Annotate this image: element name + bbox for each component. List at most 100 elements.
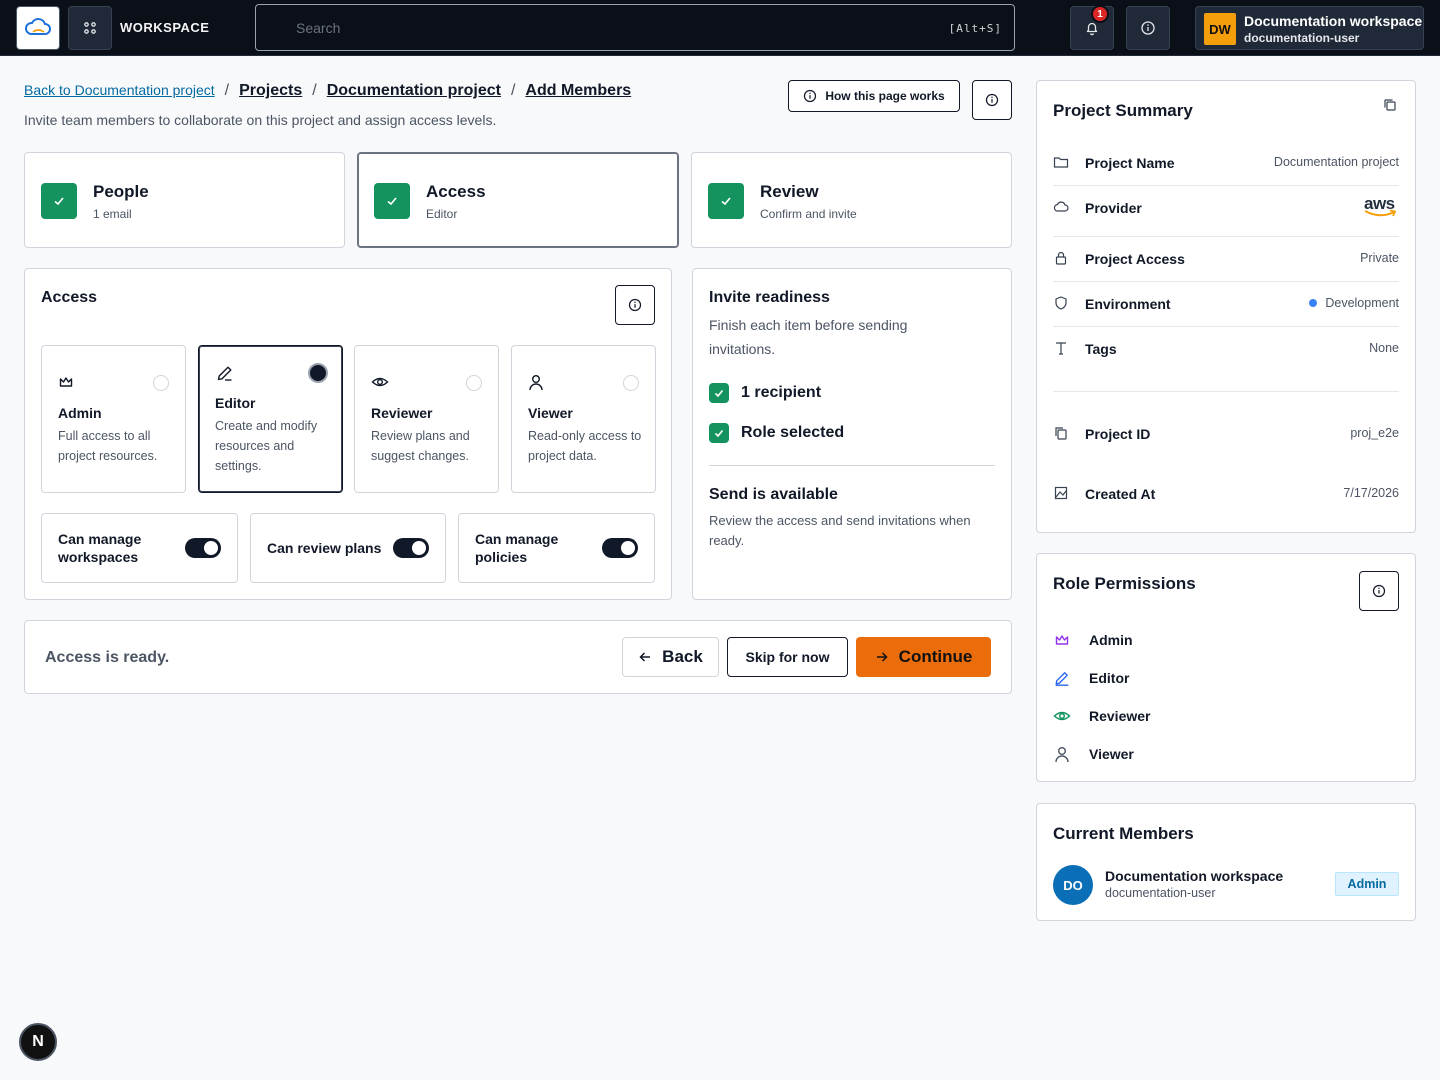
role-description: Full access to all project resources. [58,429,158,463]
summary-row-created-at: Created At 7/17/2026 [1053,483,1399,505]
role-permission-admin[interactable]: Admin [1053,628,1133,652]
role-permissions-title: Role Permissions [1053,574,1196,593]
crown-icon [59,377,73,387]
pencil-icon [217,366,232,381]
role-option-reviewer[interactable]: Reviewer Review plans and suggest change… [354,345,499,493]
step-complete-check [708,183,744,219]
summary-value: Private [1360,251,1399,265]
access-title: Access [41,289,98,306]
project-summary-title: Project Summary [1053,101,1193,120]
info-icon [804,89,817,103]
role-name: Viewer [528,405,573,421]
search-shortcut-hint: [Alt+S] [948,22,1002,35]
back-to-project-link[interactable]: Back to Documentation project [24,82,215,98]
skip-button-label: Skip for now [745,649,830,665]
summary-row-project-id: Project ID proj_e2e [1053,423,1399,445]
summary-key: Project Name [1085,155,1175,171]
top-bar: WORKSPACE Search [Alt+S] 1 DW Documentat… [0,0,1440,56]
image-icon [1054,486,1068,500]
summary-value: Development [1309,296,1399,310]
role-permission-reviewer[interactable]: Reviewer [1053,704,1150,728]
permission-toggle[interactable] [393,538,429,558]
step-complete-check [41,183,77,219]
cloud-icon [1053,201,1069,212]
divider [1053,326,1399,327]
role-radio[interactable] [153,375,169,391]
role-radio[interactable] [623,375,639,391]
current-members-card: Current Members DO Documentation workspa… [1036,803,1416,921]
role-option-viewer[interactable]: Viewer Read-only access to project data. [511,345,656,493]
role-permission-label: Reviewer [1089,708,1151,724]
page-info-button[interactable] [972,80,1012,120]
role-permission-viewer[interactable]: Viewer [1053,742,1134,766]
role-permissions-info-button[interactable] [1359,571,1399,611]
readiness-item: 1 recipient [709,383,821,403]
divider [1053,281,1399,282]
role-permission-editor[interactable]: Editor [1053,666,1129,690]
role-description: Create and modify resources and settings… [215,419,318,473]
summary-key: Environment [1085,296,1171,312]
permission-label: Can manage workspaces [58,531,142,565]
access-info-button[interactable] [615,285,655,325]
copy-icon[interactable] [1383,98,1397,112]
permission-toggle[interactable] [602,538,638,558]
summary-value: proj_e2e [1350,426,1399,440]
breadcrumb-add-members[interactable]: Add Members [525,82,631,100]
role-permission-label: Editor [1089,670,1130,686]
divider [1053,185,1399,186]
step-people[interactable]: People 1 email [24,152,345,248]
summary-row-provider: Provider aws [1053,194,1399,220]
readiness-title: Invite readiness [709,289,830,306]
back-button[interactable]: Back [622,637,719,677]
user-menu-button[interactable]: DW Documentation workspace documentation… [1195,6,1424,50]
breadcrumb-projects[interactable]: Projects [239,82,302,100]
send-available-description: Review the access and send invitations w… [709,513,971,548]
step-subtitle: Editor [426,207,458,221]
aws-logo: aws [1363,194,1399,220]
notification-count-badge: 1 [1091,5,1109,23]
apps-menu-button[interactable] [68,6,112,50]
role-name: Editor [215,395,256,411]
notifications-button[interactable]: 1 [1070,5,1114,50]
role-option-admin[interactable]: Admin Full access to all project resourc… [41,345,186,493]
readiness-item-label: 1 recipient [741,384,822,401]
search-input[interactable]: Search [Alt+S] [255,4,1015,51]
permission-toggle[interactable] [185,538,221,558]
step-access[interactable]: Access Editor [357,152,679,248]
search-placeholder: Search [296,20,341,36]
status-text: Access is ready. [45,649,170,666]
member-role-badge: Admin [1335,872,1399,896]
summary-key: Created At [1085,486,1156,502]
page-subtitle: Invite team members to collaborate on th… [24,112,497,128]
step-review[interactable]: Review Confirm and invite [691,152,1012,248]
role-permission-label: Admin [1089,632,1133,648]
check-icon [387,197,397,206]
user-name: Documentation workspace [1244,13,1423,29]
eye-icon [371,377,389,387]
role-name: Reviewer [371,405,433,421]
check-icon [709,383,729,403]
invite-readiness-card: Invite readiness Finish each item before… [692,268,1012,600]
step-complete-check [374,183,410,219]
user-icon [1055,747,1069,763]
workspace-label[interactable]: WORKSPACE [120,20,209,35]
divider [1053,236,1399,237]
continue-button[interactable]: Continue [856,637,991,677]
help-button[interactable] [1126,6,1170,50]
breadcrumb-project[interactable]: Documentation project [327,82,501,100]
summary-key: Project Access [1085,251,1185,267]
permission-label: Can review plans [267,540,382,556]
step-title: People [93,182,149,201]
skip-for-now-button[interactable]: Skip for now [727,637,848,677]
dev-tools-badge[interactable]: N [19,1023,57,1061]
how-this-page-works-button[interactable]: How this page works [788,80,960,112]
role-permission-label: Viewer [1089,746,1134,762]
role-radio-selected[interactable] [308,363,328,383]
app-logo[interactable] [16,6,60,50]
info-icon [1372,584,1386,598]
text-icon [1056,342,1066,355]
arrow-left-icon [639,652,651,662]
role-option-editor[interactable]: Editor Create and modify resources and s… [198,345,343,493]
role-radio[interactable] [466,375,482,391]
role-description: Review plans and suggest changes. [371,429,470,463]
